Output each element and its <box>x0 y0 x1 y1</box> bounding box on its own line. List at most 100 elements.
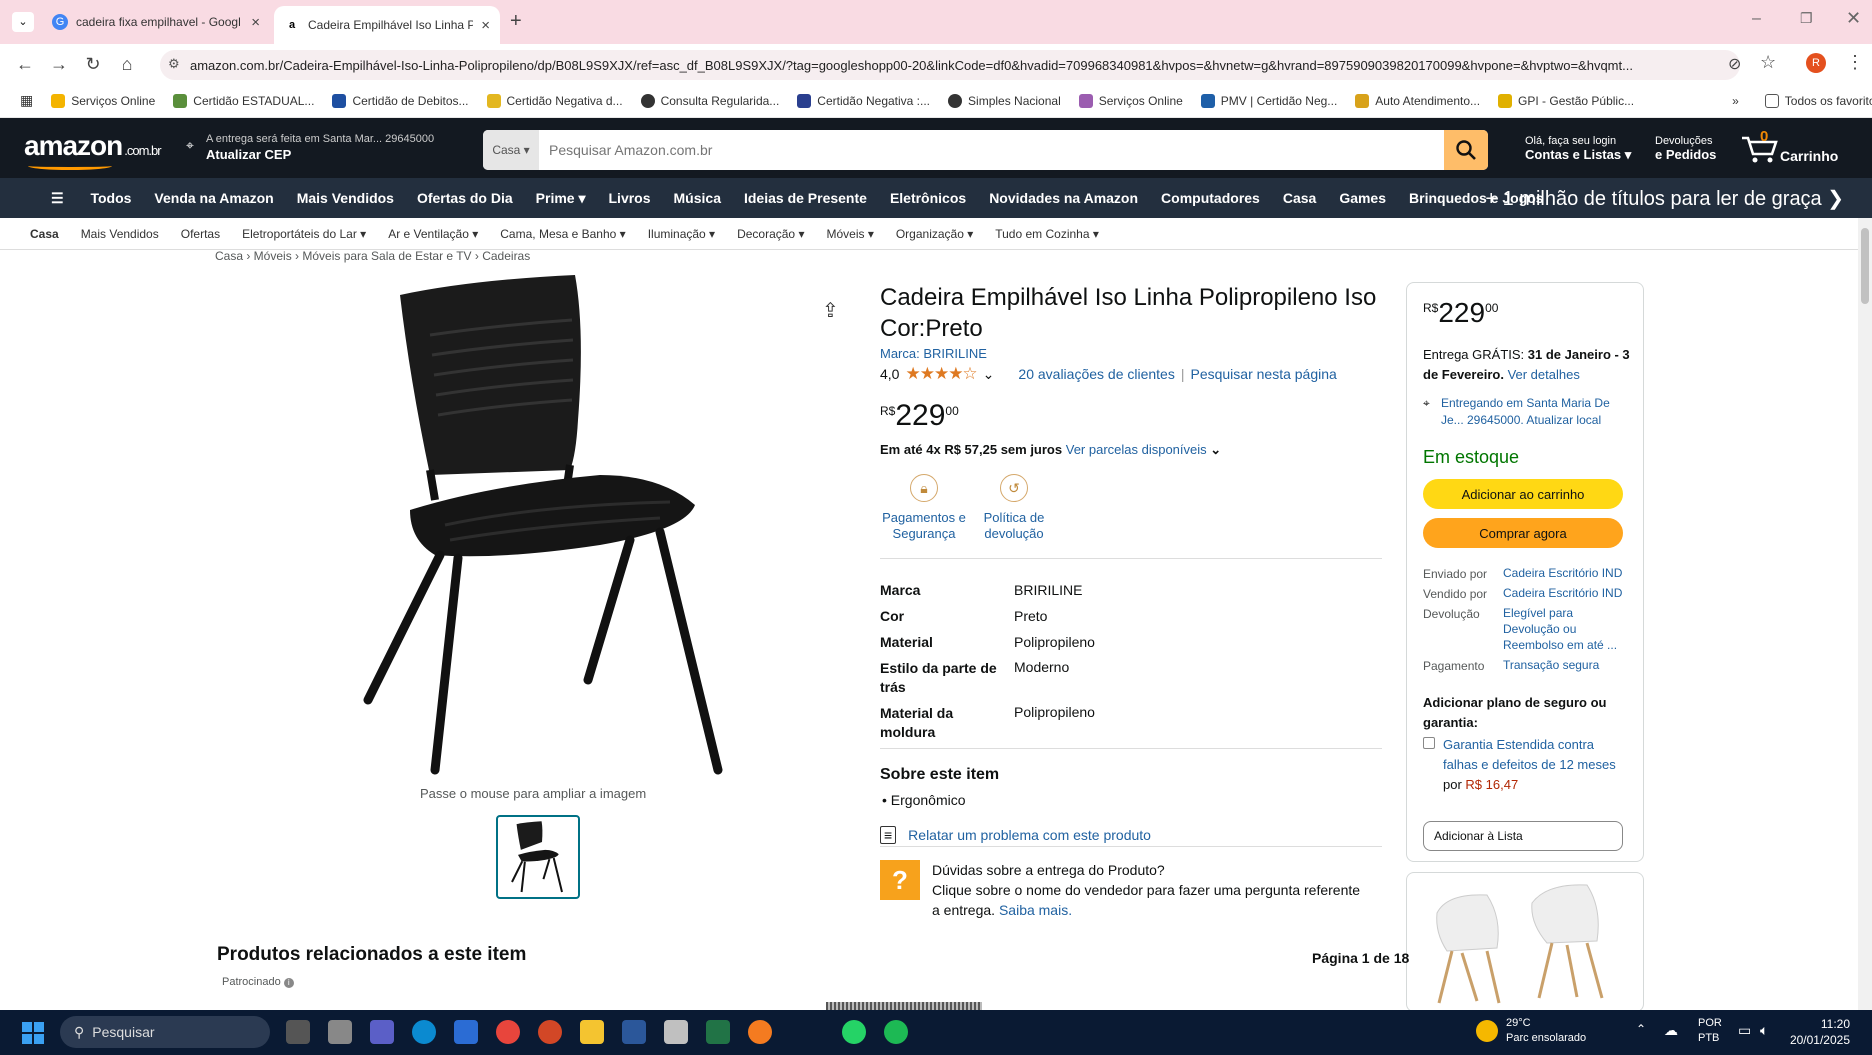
maximize-icon[interactable]: ❐ <box>1800 10 1813 27</box>
bookmarks-more-button[interactable]: » <box>1732 94 1739 108</box>
apps-grid-icon[interactable]: ▦ <box>20 92 33 109</box>
close-tab-icon[interactable]: × <box>251 14 260 31</box>
bookmark[interactable]: GPI - Gestão Públic... <box>1498 93 1634 108</box>
subnav-item[interactable]: Organização ▾ <box>896 227 973 241</box>
returns-orders[interactable]: Devoluções e Pedidos <box>1655 134 1716 163</box>
search-input[interactable] <box>539 130 1444 170</box>
tab-search-button[interactable]: ⌄ <box>12 12 34 32</box>
language-indicator[interactable]: POR PTB <box>1698 1016 1722 1046</box>
chevron-down-icon[interactable]: ⌄ <box>1210 442 1221 457</box>
bookmark[interactable]: Certidão ESTADUAL... <box>173 93 314 108</box>
nav-item[interactable]: Computadores <box>1161 190 1260 206</box>
chrome-icon[interactable] <box>496 1020 520 1044</box>
sold-by-value[interactable]: Cadeira Escritório IND <box>1503 585 1622 601</box>
sponsored-ad[interactable] <box>1406 872 1644 1012</box>
excel-icon[interactable] <box>706 1020 730 1044</box>
nav-item[interactable]: Novidades na Amazon <box>989 190 1138 206</box>
all-favorites-folder[interactable]: Todos os favoritos <box>1764 93 1872 108</box>
shipped-by-value[interactable]: Cadeira Escritório IND <box>1503 565 1622 581</box>
tab-google[interactable]: G cadeira fixa empilhavel - Googl × <box>42 6 270 38</box>
subnav-item[interactable]: Móveis ▾ <box>826 227 873 241</box>
search-page-link[interactable]: Pesquisar nesta página <box>1190 366 1336 382</box>
nav-item[interactable]: Ideias de Presente <box>744 190 867 206</box>
bookmark-star-icon[interactable]: ☆ <box>1760 52 1776 73</box>
home-icon[interactable]: ⌂ <box>110 54 144 75</box>
powerpoint-icon[interactable] <box>538 1020 562 1044</box>
onedrive-icon[interactable]: ☁ <box>1664 1022 1678 1039</box>
subnav-item[interactable]: Iluminação ▾ <box>648 227 715 241</box>
menu-kebab-icon[interactable]: ⋮ <box>1846 52 1864 73</box>
bookmark[interactable]: Serviços Online <box>1078 93 1183 108</box>
nav-item[interactable]: Ofertas do Dia <box>417 190 513 206</box>
nav-item[interactable]: Eletrônicos <box>890 190 966 206</box>
account-lists[interactable]: Olá, faça seu login Contas e Listas ▾ <box>1525 134 1631 163</box>
nav-item[interactable]: Mais Vendidos <box>297 190 394 206</box>
bookmark[interactable]: Certidão de Debitos... <box>332 93 469 108</box>
prime-reading-promo[interactable]: + 1 milhão de títulos para ler de graça … <box>1485 186 1844 211</box>
nav-item[interactable]: Venda na Amazon <box>154 190 273 206</box>
star-rating-icon[interactable]: ★★★★☆ <box>905 364 977 384</box>
reviews-link[interactable]: 20 avaliações de clientes <box>1018 366 1174 382</box>
cart-button[interactable]: 0 Carrinho <box>1740 128 1840 168</box>
profile-avatar[interactable]: R <box>1806 53 1826 73</box>
subnav-item[interactable]: Mais Vendidos <box>81 227 159 241</box>
close-tab-icon[interactable]: × <box>481 17 490 34</box>
chevron-up-icon[interactable]: ⌃ <box>1636 1022 1646 1036</box>
volume-icon[interactable]: 🔈︎ <box>1760 1022 1768 1039</box>
nav-item[interactable]: Casa <box>1283 190 1316 206</box>
windows-start-icon[interactable] <box>22 1022 44 1044</box>
flame-app-icon[interactable] <box>748 1020 772 1044</box>
weather-widget[interactable]: 29°C Parc ensolarado <box>1506 1016 1586 1046</box>
back-icon[interactable]: ← <box>8 54 42 75</box>
bookmark[interactable]: Certidão Negativa :... <box>797 93 930 108</box>
payment-security-badge[interactable]: 🔒︎ Pagamentos e Segurança <box>874 474 974 542</box>
bookmark[interactable]: Simples Nacional <box>948 93 1061 108</box>
delivery-location[interactable]: ⌖ Entregando em Santa Maria De Je... 296… <box>1423 395 1623 429</box>
warranty-link[interactable]: Garantia Estendida contra falhas e defei… <box>1443 737 1616 772</box>
taskbar-search[interactable]: ⚲ Pesquisar <box>60 1016 270 1048</box>
image-thumbnail[interactable] <box>496 815 580 899</box>
network-icon[interactable]: ▭ <box>1738 1022 1751 1039</box>
warranty-checkbox[interactable] <box>1423 737 1435 749</box>
installments-link[interactable]: Ver parcelas disponíveis <box>1066 442 1207 457</box>
subnav-item[interactable]: Decoração ▾ <box>737 227 804 241</box>
scrollbar-thumb[interactable] <box>1861 228 1869 304</box>
bookmark[interactable]: Consulta Regularida... <box>640 93 779 108</box>
amazon-logo[interactable]: amazon .com.br <box>24 130 162 170</box>
eye-off-icon[interactable]: ⊘ <box>1728 54 1741 74</box>
search-button[interactable] <box>1444 130 1488 170</box>
bookmark[interactable]: Serviços Online <box>51 93 155 108</box>
forward-icon[interactable]: → <box>42 54 76 75</box>
teams-icon[interactable] <box>370 1020 394 1044</box>
word-icon[interactable] <box>622 1020 646 1044</box>
bookmark[interactable]: Auto Atendimento... <box>1355 93 1480 108</box>
subnav-item[interactable]: Eletroportáteis do Lar ▾ <box>242 227 366 241</box>
new-tab-button[interactable]: + <box>510 10 522 33</box>
brand-link[interactable]: Marca: BRIRILINE <box>880 346 987 361</box>
file-explorer-icon[interactable] <box>580 1020 604 1044</box>
all-menu-button[interactable]: ☰ Todos <box>28 190 131 207</box>
info-icon[interactable]: i <box>283 978 294 988</box>
chevron-down-icon[interactable]: ⌄ <box>983 366 995 383</box>
store-icon[interactable] <box>454 1020 478 1044</box>
bookmark[interactable]: PMV | Certidão Neg... <box>1200 93 1337 108</box>
whatsapp-icon[interactable] <box>842 1020 866 1044</box>
document-viewer-icon[interactable] <box>664 1020 688 1044</box>
learn-more-link[interactable]: Saiba mais. <box>999 902 1072 918</box>
return-policy-badge[interactable]: ↺ Política de devolução <box>964 474 1064 542</box>
product-main-image[interactable] <box>340 270 760 780</box>
nav-item[interactable]: Livros <box>609 190 651 206</box>
system-clock[interactable]: 11:20 20/01/2025 <box>1790 1016 1850 1048</box>
reload-icon[interactable]: ↻ <box>76 54 110 75</box>
add-to-cart-button[interactable]: Adicionar ao carrinho <box>1423 479 1623 509</box>
breadcrumb[interactable]: Casa › Móveis › Móveis para Sala de Esta… <box>215 249 530 263</box>
calculator-icon[interactable] <box>328 1020 352 1044</box>
subnav-item[interactable]: Cama, Mesa e Banho ▾ <box>500 227 625 241</box>
search-category-select[interactable]: Casa ▾ <box>483 130 539 170</box>
subnav-item[interactable]: Casa <box>30 227 59 241</box>
nav-item[interactable]: Prime ▾ <box>536 190 586 207</box>
url-field[interactable]: ⚙ amazon.com.br/Cadeira-Empilhável-Iso-L… <box>160 50 1740 80</box>
nav-item[interactable]: Games <box>1339 190 1386 206</box>
return-value[interactable]: Elegível para Devolução ou Reembolso em … <box>1503 605 1623 653</box>
bookmark[interactable]: Certidão Negativa d... <box>486 93 623 108</box>
